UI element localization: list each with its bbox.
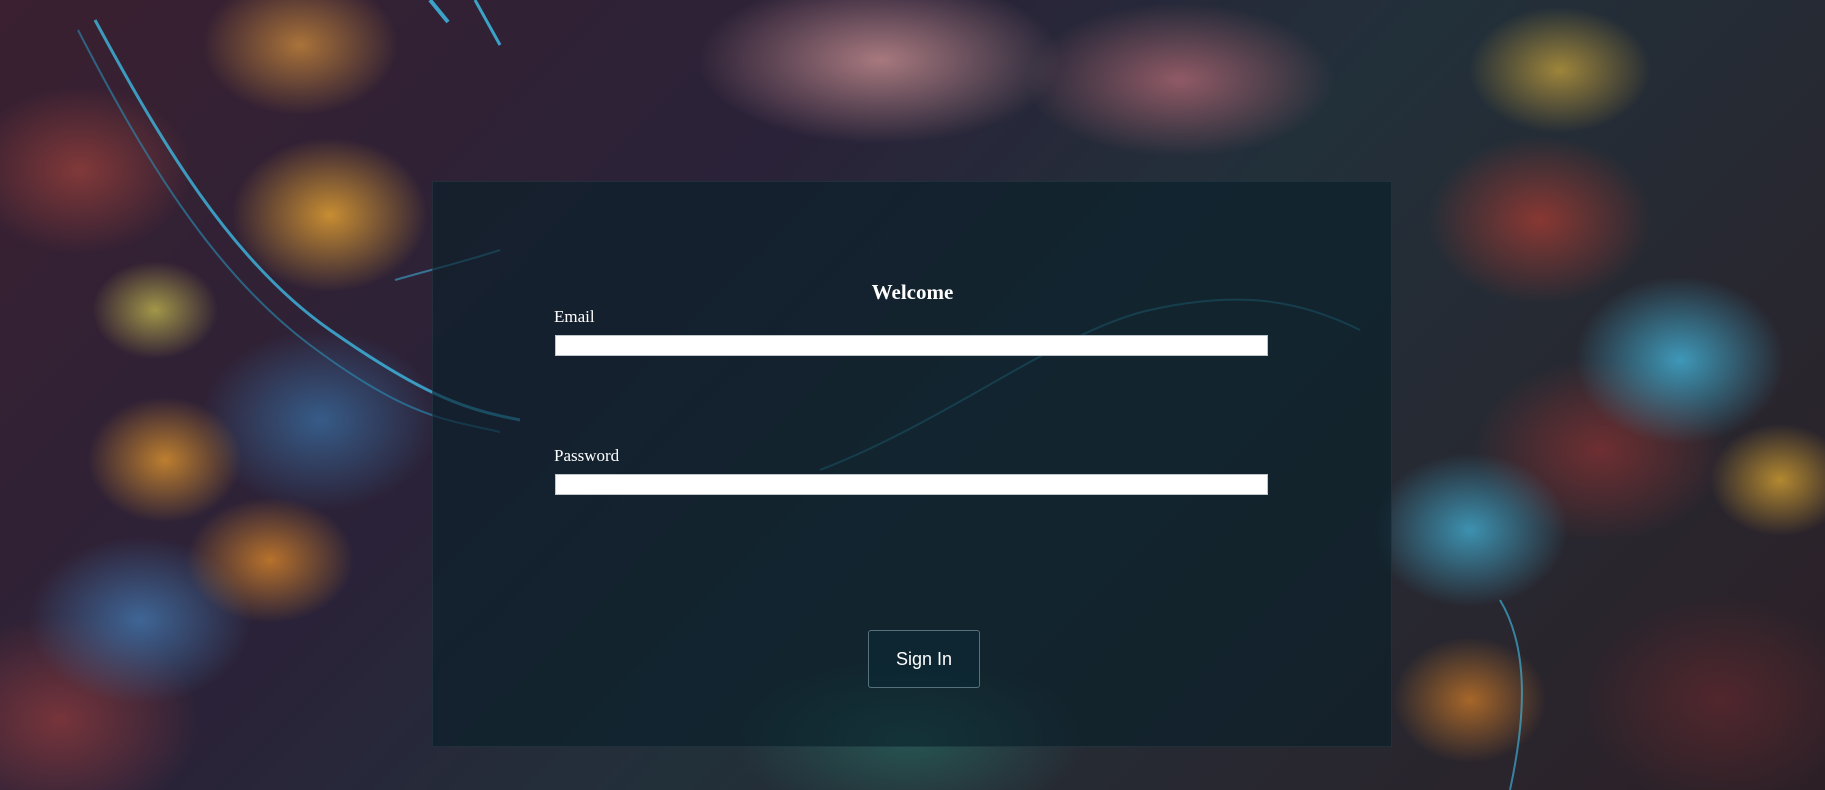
sign-in-button[interactable]: Sign In <box>868 630 980 688</box>
email-label: Email <box>554 307 595 326</box>
email-field[interactable] <box>555 335 1268 356</box>
welcome-heading: Welcome <box>871 280 954 304</box>
password-label: Password <box>554 446 620 465</box>
password-field[interactable] <box>555 474 1268 495</box>
